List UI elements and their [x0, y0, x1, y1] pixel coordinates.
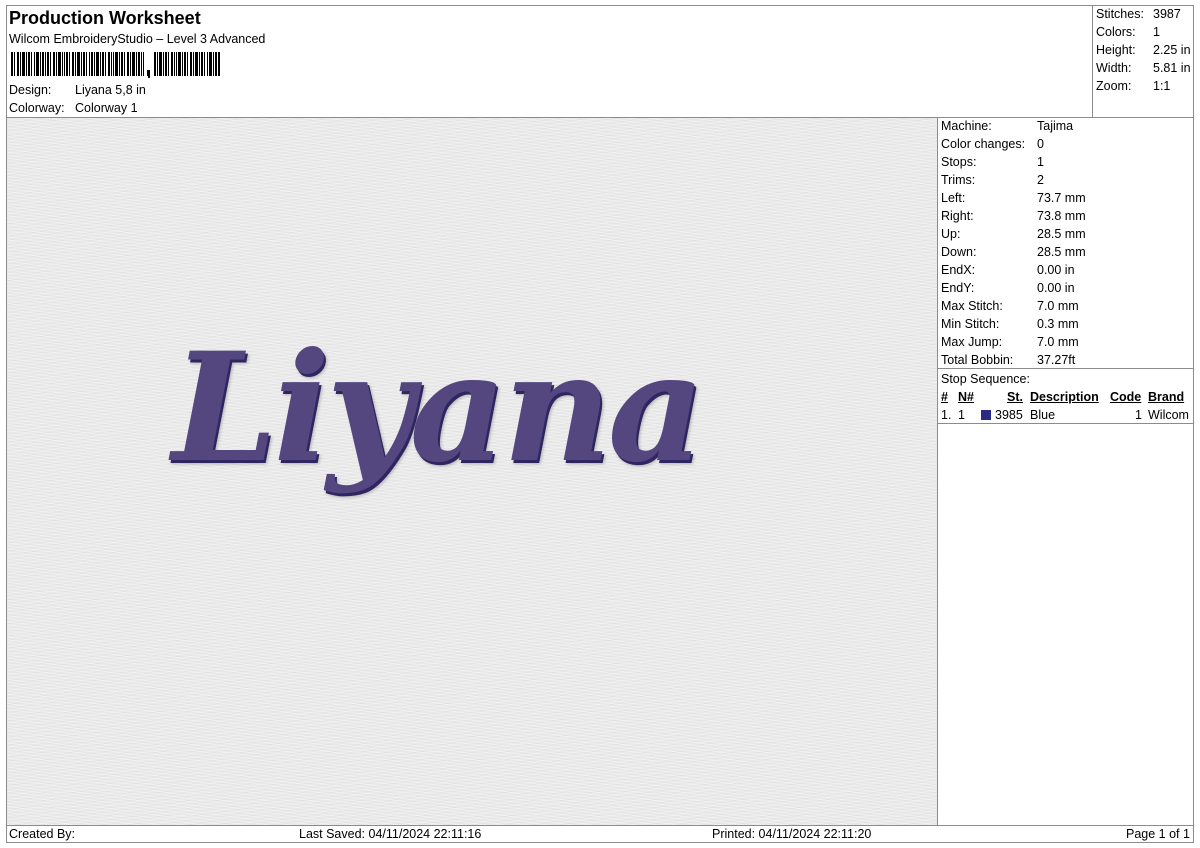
barcode-image	[11, 52, 220, 78]
row-stitches: 3985	[995, 408, 1023, 422]
last-saved: Last Saved: 04/11/2024 22:11:16	[299, 827, 482, 841]
row-code: 1	[1135, 408, 1142, 422]
created-by: Created By:	[9, 827, 76, 841]
max-jump-row: Max Jump: 7.0 mm	[941, 335, 1079, 349]
col-header-brand: Brand	[1148, 390, 1185, 404]
left-row: Left: 73.7 mm	[941, 191, 1086, 205]
colorway-row: Colorway: Colorway 1	[9, 101, 138, 115]
col-header-code: Code	[1110, 390, 1142, 404]
height-row: Height: 2.25 in	[1096, 43, 1191, 57]
stitches-value: 3987	[1153, 7, 1181, 21]
stitches-row: Stitches: 3987	[1096, 7, 1181, 21]
up-value: 28.5 mm	[1037, 227, 1086, 241]
color-changes-label: Color changes:	[941, 137, 1026, 151]
stop-sequence-title: Stop Sequence:	[941, 372, 1030, 386]
max-jump-label: Max Jump:	[941, 335, 1003, 349]
colorway-value: Colorway 1	[75, 101, 138, 115]
endx-label: EndX:	[941, 263, 976, 277]
colors-row: Colors: 1	[1096, 25, 1160, 39]
colors-label: Colors:	[1096, 25, 1136, 39]
zoom-label: Zoom:	[1096, 79, 1132, 93]
worksheet-header: Production Worksheet Wilcom EmbroiderySt…	[7, 6, 1093, 118]
total-bobbin-value: 37.27ft	[1037, 353, 1076, 367]
right-row: Right: 73.8 mm	[941, 209, 1086, 223]
endy-value: 0.00 in	[1037, 281, 1075, 295]
right-value: 73.8 mm	[1037, 209, 1086, 223]
min-stitch-row: Min Stitch: 0.3 mm	[941, 317, 1079, 331]
up-row: Up: 28.5 mm	[941, 227, 1086, 241]
row-brand: Wilcom	[1148, 408, 1189, 422]
stitches-label: Stitches:	[1096, 7, 1144, 21]
row-needle: 1	[958, 408, 965, 422]
total-bobbin-label: Total Bobbin:	[941, 353, 1014, 367]
thread-color-swatch	[981, 410, 991, 420]
endy-row: EndY: 0.00 in	[941, 281, 1075, 295]
height-value: 2.25 in	[1153, 43, 1191, 57]
design-summary: Stitches: 3987 Colors: 1 Height: 2.25 in Wi…	[1093, 6, 1193, 118]
trims-value: 2	[1037, 173, 1044, 187]
design-preview: Liyana	[7, 118, 938, 825]
min-stitch-label: Min Stitch:	[941, 317, 1000, 331]
stops-row: Stops: 1	[941, 155, 1044, 169]
design-row: Design: Liyana 5,8 in	[9, 83, 146, 97]
col-header-description: Description	[1030, 390, 1099, 404]
height-label: Height:	[1096, 43, 1136, 57]
total-bobbin-row: Total Bobbin: 37.27ft	[941, 353, 1075, 367]
width-label: Width:	[1096, 61, 1132, 75]
machine-label: Machine:	[941, 119, 992, 133]
endy-label: EndY:	[941, 281, 975, 295]
left-value: 73.7 mm	[1037, 191, 1086, 205]
printed-date: Printed: 04/11/2024 22:11:20	[712, 827, 872, 841]
col-header-num: #	[941, 390, 948, 404]
production-worksheet: Production Worksheet Wilcom EmbroiderySt…	[6, 5, 1194, 843]
machine-row: Machine: Tajima	[941, 119, 1073, 133]
max-stitch-value: 7.0 mm	[1037, 299, 1079, 313]
worksheet-title: Production Worksheet	[9, 8, 201, 28]
col-header-needle: N#	[958, 390, 974, 404]
worksheet-footer: Created By: Last Saved: 04/11/2024 22:11…	[7, 825, 1193, 842]
up-label: Up:	[941, 227, 961, 241]
machine-info-panel: Machine: Tajima Color changes: 0 Stops: 1 T…	[938, 118, 1193, 825]
design-value: Liyana 5,8 in	[75, 83, 146, 97]
right-label: Right:	[941, 209, 974, 223]
down-value: 28.5 mm	[1037, 245, 1086, 259]
trims-row: Trims: 2	[941, 173, 1044, 187]
row-description: Blue	[1030, 408, 1056, 422]
design-label: Design:	[9, 83, 52, 97]
trims-label: Trims:	[941, 173, 976, 187]
zoom-row: Zoom: 1:1	[1096, 79, 1170, 93]
width-row: Width: 5.81 in	[1096, 61, 1191, 75]
endx-value: 0.00 in	[1037, 263, 1075, 277]
zoom-value: 1:1	[1153, 79, 1171, 93]
min-stitch-value: 0.3 mm	[1037, 317, 1079, 331]
machine-value: Tajima	[1037, 119, 1074, 133]
stop-sequence-table: Stop Sequence: # N# St. Description Code…	[938, 368, 1193, 424]
software-name: Wilcom EmbroideryStudio – Level 3 Advanc…	[9, 32, 266, 46]
color-changes-row: Color changes: 0	[941, 137, 1044, 151]
down-label: Down:	[941, 245, 977, 259]
embroidery-design-text: Liyana	[172, 320, 705, 496]
page-number: Page 1 of 1	[1126, 827, 1190, 841]
stops-value: 1	[1037, 155, 1044, 169]
colorway-label: Colorway:	[9, 101, 65, 115]
down-row: Down: 28.5 mm	[941, 245, 1086, 259]
max-stitch-label: Max Stitch:	[941, 299, 1003, 313]
row-num: 1.	[941, 408, 952, 422]
color-changes-value: 0	[1037, 137, 1044, 151]
endx-row: EndX: 0.00 in	[941, 263, 1075, 277]
colors-value: 1	[1153, 25, 1160, 39]
col-header-stitches: St.	[1007, 390, 1023, 404]
max-stitch-row: Max Stitch: 7.0 mm	[941, 299, 1079, 313]
width-value: 5.81 in	[1153, 61, 1191, 75]
stops-label: Stops:	[941, 155, 977, 169]
max-jump-value: 7.0 mm	[1037, 335, 1079, 349]
left-label: Left:	[941, 191, 966, 205]
